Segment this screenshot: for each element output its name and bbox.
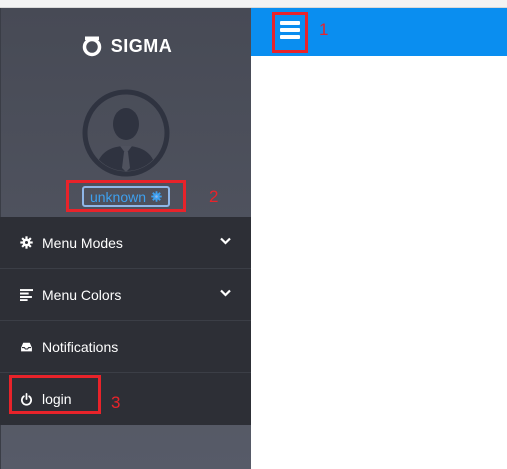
user-profile-button[interactable]: unknown: [82, 186, 170, 207]
menu-item-menu-colors[interactable]: Menu Colors: [0, 269, 251, 321]
chevron-down-icon: [220, 237, 231, 245]
annotation-label-2: 2: [209, 187, 219, 206]
window-top-edge: [0, 0, 507, 8]
brand[interactable]: SIGMA: [1, 32, 252, 60]
annotation-label-3: 3: [111, 393, 121, 412]
brand-name: SIGMA: [110, 35, 173, 56]
gear-icon: [20, 236, 33, 249]
user-name: unknown: [89, 188, 147, 205]
menu-item-label: Menu Colors: [42, 286, 122, 303]
annotation-label-1: 1: [319, 20, 329, 39]
menu-item-notifications[interactable]: Notifications: [0, 321, 251, 373]
annotation-box-login: [9, 375, 101, 414]
hamburger-bar: [280, 21, 300, 25]
menu-item-label: Menu Modes: [42, 234, 123, 251]
sigma-logo-icon: [82, 36, 101, 57]
inbox-icon: [21, 342, 32, 352]
menu-item-menu-modes[interactable]: Menu Modes: [0, 217, 251, 269]
avatar-icon: [82, 89, 170, 177]
chevron-down-icon: [220, 289, 231, 297]
menu-toggle-button[interactable]: [280, 20, 300, 42]
hamburger-bar: [280, 35, 300, 39]
hamburger-bar: [280, 28, 300, 32]
align-left-icon: [20, 289, 33, 301]
menu-item-label: Notifications: [42, 338, 119, 355]
gear-icon: [151, 191, 162, 202]
main-content: [251, 56, 507, 469]
